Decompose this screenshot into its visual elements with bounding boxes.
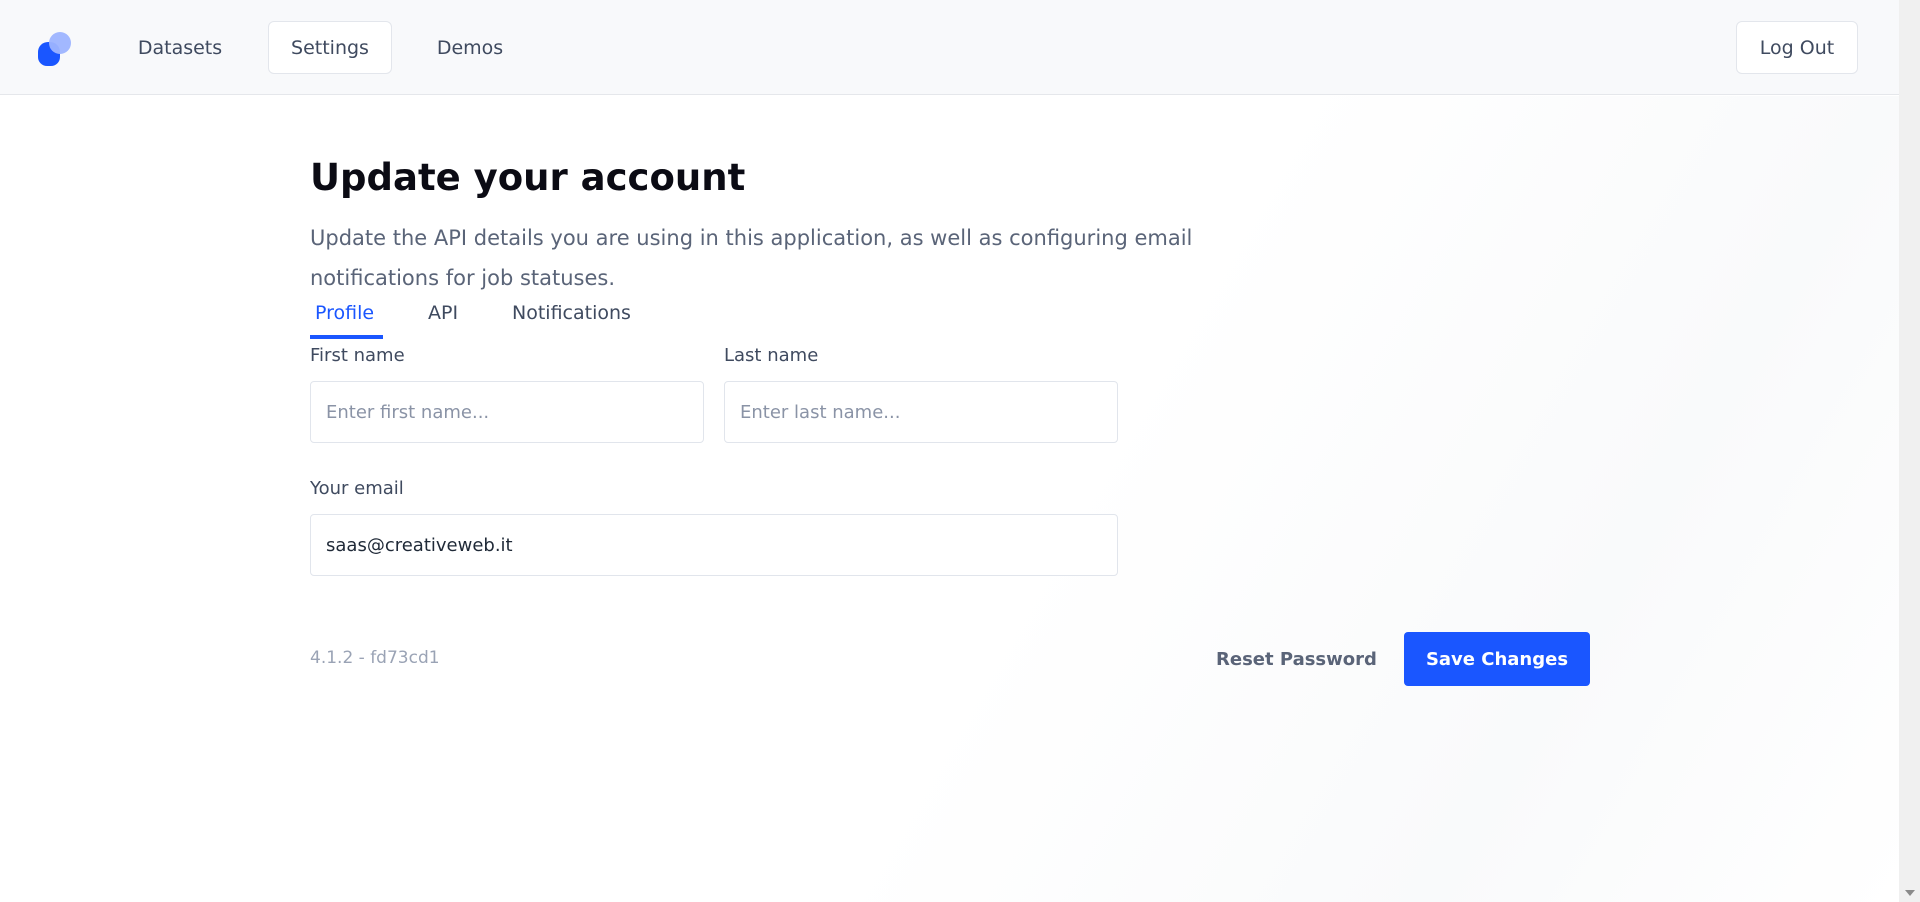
tab-api[interactable]: API [428, 302, 458, 324]
page-title: Update your account [310, 156, 746, 199]
main-content [0, 96, 1899, 902]
logout-button[interactable]: Log Out [1736, 21, 1858, 74]
page-subtitle: Update the API details you are using in … [310, 226, 1193, 290]
reset-password-button[interactable]: Reset Password [1216, 632, 1377, 686]
active-tab-indicator [310, 335, 383, 339]
nav-datasets[interactable]: Datasets [120, 21, 240, 74]
tab-notifications[interactable]: Notifications [512, 302, 631, 324]
top-nav: Datasets Settings Demos Log Out [0, 0, 1899, 95]
last-name-input[interactable] [724, 381, 1118, 443]
first-name-label: First name [310, 345, 405, 366]
tab-profile[interactable]: Profile [315, 302, 374, 324]
email-input[interactable] [310, 514, 1118, 576]
scrollbar[interactable] [1899, 0, 1920, 902]
scroll-down-icon[interactable] [1905, 890, 1915, 896]
save-changes-button[interactable]: Save Changes [1404, 632, 1590, 686]
version-text: 4.1.2 - fd73cd1 [310, 648, 440, 668]
last-name-label: Last name [724, 345, 819, 366]
nav-settings[interactable]: Settings [268, 21, 392, 74]
first-name-input[interactable] [310, 381, 704, 443]
email-label: Your email [310, 478, 404, 499]
logo-icon[interactable] [38, 32, 74, 66]
nav-demos[interactable]: Demos [420, 21, 520, 74]
